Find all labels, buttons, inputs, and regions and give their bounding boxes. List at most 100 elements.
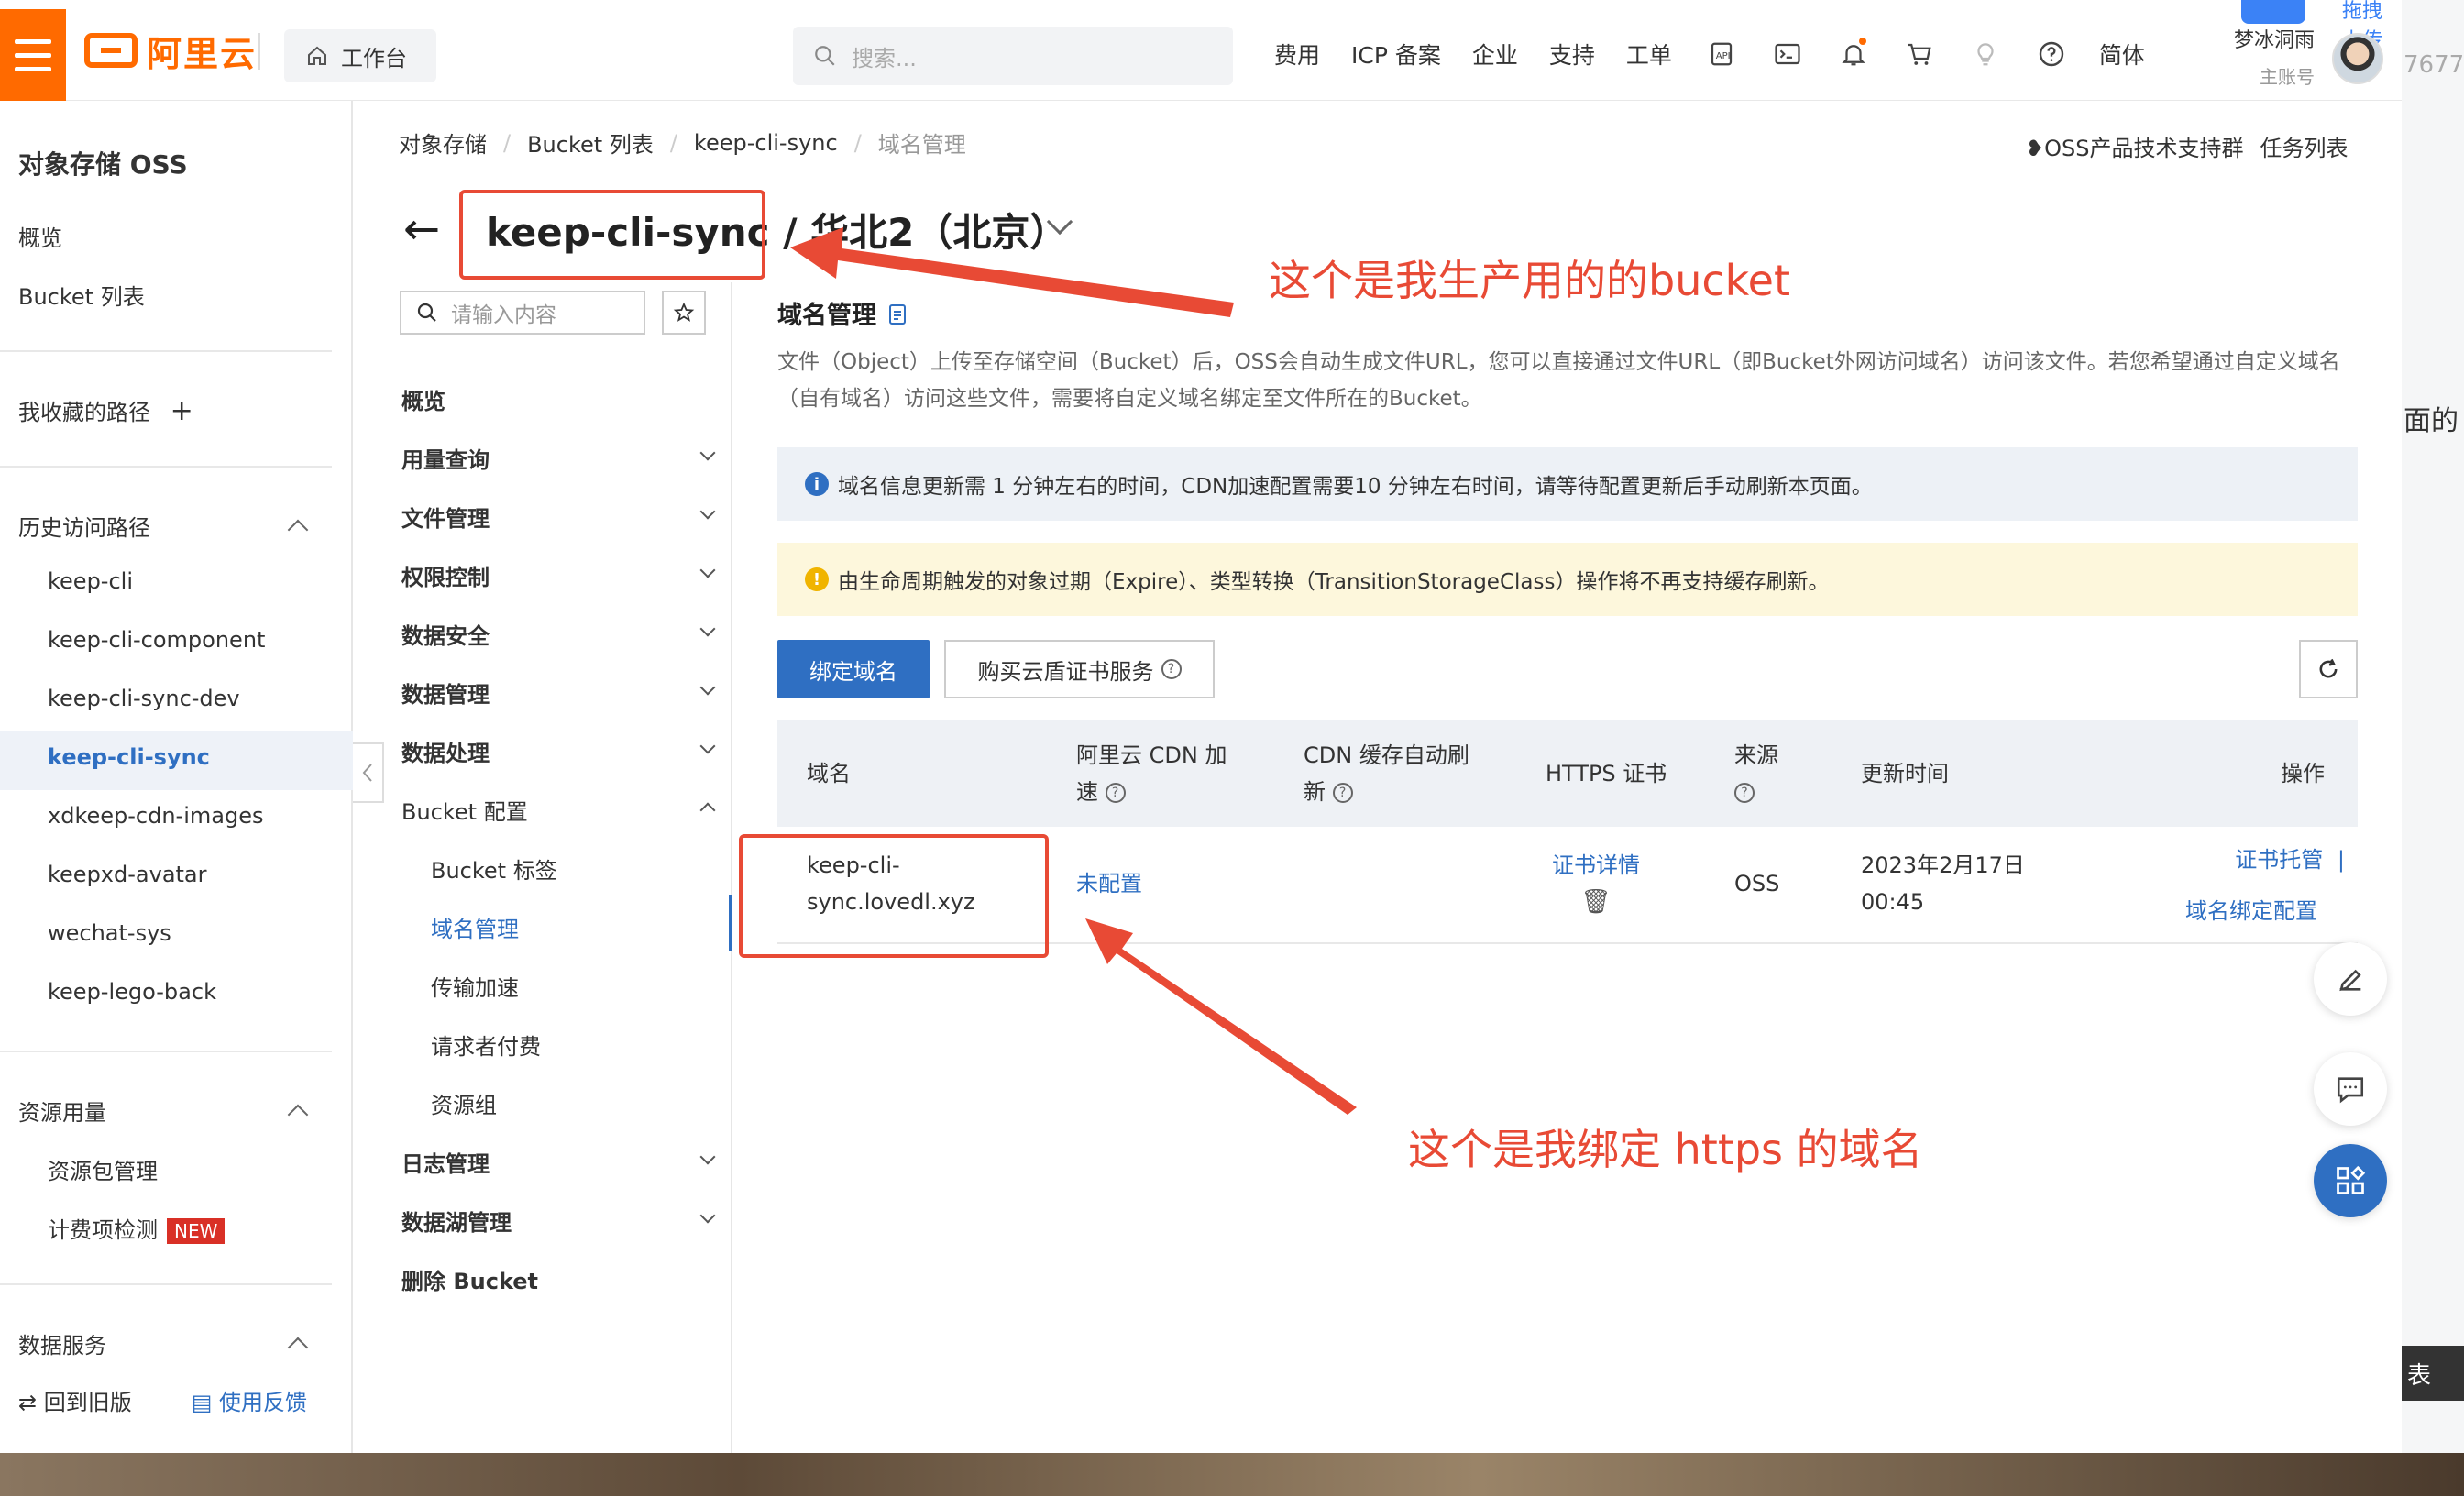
- subnav-item-overview[interactable]: 概览: [402, 383, 713, 415]
- sidebar-collapse-button[interactable]: [353, 742, 384, 803]
- chevron-up-icon[interactable]: [287, 1336, 309, 1358]
- subnav-label: Bucket 配置: [402, 799, 528, 825]
- drag-upload-icon[interactable]: [2241, 0, 2305, 24]
- trash-icon[interactable]: 🗑: [1580, 888, 1611, 916]
- subnav-child-transfer-accel[interactable]: 传输加速: [431, 970, 519, 1002]
- cert-details-link[interactable]: 证书详情: [1552, 852, 1640, 878]
- chevron-up-icon[interactable]: [287, 519, 309, 541]
- history-item[interactable]: keep-cli-component: [48, 627, 265, 653]
- global-search-input[interactable]: 搜索...: [793, 27, 1233, 85]
- subnav-child-bucket-tags[interactable]: Bucket 标签: [431, 852, 557, 885]
- subnav-item-bucket-config[interactable]: Bucket 配置: [402, 794, 716, 826]
- chat-float-button[interactable]: [2314, 1052, 2387, 1126]
- back-arrow-icon[interactable]: ←: [403, 204, 440, 255]
- subnav-item-processing[interactable]: 数据处理: [402, 735, 716, 767]
- favorite-star-icon[interactable]: [662, 291, 706, 335]
- history-item[interactable]: keepxd-avatar: [48, 862, 207, 887]
- chevron-up-icon[interactable]: [287, 1104, 309, 1126]
- feedback-link[interactable]: ▤ 使用反馈: [192, 1384, 307, 1416]
- help-icon: ?: [1160, 659, 1182, 679]
- history-item[interactable]: keep-lego-back: [48, 979, 216, 1005]
- help-icon[interactable]: ?: [1734, 783, 1754, 803]
- sidebar-item-billing-check[interactable]: 计费项检测 NEW: [48, 1212, 226, 1244]
- top-nav: 费用 ICP 备案 企业 支持 工单 API 简体: [1274, 0, 2176, 108]
- column-header-text: CDN 缓存自动刷新: [1304, 742, 1469, 805]
- nav-billing[interactable]: 费用: [1274, 38, 1320, 71]
- subnav-item-files[interactable]: 文件管理: [402, 500, 716, 533]
- help-icon[interactable]: ?: [1105, 783, 1126, 803]
- sidebar-favorites[interactable]: 我收藏的路径 +: [18, 394, 193, 427]
- breadcrumb-item[interactable]: 对象存储: [399, 126, 487, 159]
- sidebar-resources-header[interactable]: 资源用量: [18, 1094, 106, 1127]
- subnav-item-delete-bucket[interactable]: 删除 Bucket: [402, 1263, 713, 1295]
- language-switch[interactable]: 简体: [2099, 38, 2145, 71]
- nav-icp[interactable]: ICP 备案: [1351, 38, 1441, 71]
- apps-float-button[interactable]: [2314, 1144, 2387, 1217]
- subnav-item-usage[interactable]: 用量查询: [402, 442, 716, 474]
- sidebar-item-bucket-list[interactable]: Bucket 列表: [18, 279, 145, 311]
- sidebar-data-services-header[interactable]: 数据服务: [18, 1327, 106, 1359]
- bell-icon[interactable]: [1835, 36, 1872, 72]
- chevron-left-icon: [362, 764, 372, 782]
- plus-icon[interactable]: +: [170, 395, 193, 427]
- help-icon[interactable]: ?: [1332, 783, 1353, 803]
- notification-dot: [1858, 38, 1866, 45]
- clipboard-icon[interactable]: [887, 302, 908, 325]
- nav-support[interactable]: 支持: [1549, 38, 1595, 71]
- user-info[interactable]: 梦冰洞雨 主账号: [2223, 24, 2315, 89]
- cert-hosting-link[interactable]: 证书托管: [2235, 847, 2323, 873]
- aliyun-logo[interactable]: 阿里云: [84, 29, 257, 74]
- sidebar-item-overview[interactable]: 概览: [18, 220, 62, 252]
- workbench-button[interactable]: 工作台: [284, 29, 436, 82]
- subnav-child-domain-active[interactable]: 域名管理: [431, 911, 519, 943]
- subnav-child-resource-group[interactable]: 资源组: [431, 1087, 497, 1119]
- buy-cert-button[interactable]: 购买云盾证书服务 ?: [944, 640, 1215, 698]
- subnav-item-datalake[interactable]: 数据湖管理: [402, 1204, 716, 1237]
- lightbulb-icon[interactable]: [1967, 36, 2004, 72]
- pencil-icon: [2339, 969, 2361, 992]
- help-icon[interactable]: [2033, 36, 2070, 72]
- sidebar-history-header[interactable]: 历史访问路径: [18, 510, 150, 542]
- back-to-old-version[interactable]: ⇄ 回到旧版: [18, 1384, 132, 1416]
- chevron-down-icon: [699, 1207, 716, 1224]
- aliyun-logo-icon: [84, 33, 138, 68]
- subnav-label: 权限控制: [402, 565, 490, 590]
- edit-float-button[interactable]: [2314, 942, 2387, 1016]
- chat-icon: [2337, 1077, 2364, 1104]
- history-item-active[interactable]: keep-cli-sync: [48, 744, 210, 770]
- subnav-item-security[interactable]: 数据安全: [402, 618, 716, 650]
- cart-icon[interactable]: [1901, 36, 1938, 72]
- cdn-status-link[interactable]: 未配置: [1076, 865, 1142, 902]
- nav-enterprise[interactable]: 企业: [1472, 38, 1518, 71]
- refresh-button[interactable]: [2299, 640, 2358, 698]
- history-item[interactable]: keep-cli-sync-dev: [48, 686, 240, 711]
- support-group-link[interactable]: ❥OSS产品技术支持群: [2026, 130, 2243, 162]
- sidebar-item-resource-packs[interactable]: 资源包管理: [48, 1153, 158, 1185]
- breadcrumb-item[interactable]: keep-cli-sync: [694, 130, 838, 156]
- domain-config-link[interactable]: 域名绑定配置: [2185, 898, 2317, 924]
- history-item[interactable]: wechat-sys: [48, 920, 171, 946]
- hamburger-menu-button[interactable]: [0, 9, 66, 101]
- subnav-label: 用量查询: [402, 447, 490, 473]
- subnav-item-logs[interactable]: 日志管理: [402, 1146, 716, 1178]
- column-header-text: 来源: [1734, 742, 1778, 768]
- bind-domain-button[interactable]: 绑定域名: [777, 640, 930, 698]
- chevron-down-icon: [699, 621, 716, 637]
- subnav-label: 日志管理: [402, 1151, 490, 1177]
- divider: [0, 350, 332, 352]
- subnav-item-access[interactable]: 权限控制: [402, 559, 716, 591]
- history-item[interactable]: xdkeep-cdn-images: [48, 803, 263, 829]
- source-cell: OSS: [1734, 871, 1780, 896]
- subnav-search-input[interactable]: 请输入内容: [400, 291, 645, 335]
- subnav-item-data-mgmt[interactable]: 数据管理: [402, 676, 716, 709]
- update-time-cell: 2023年2月17日 00:45: [1861, 847, 2025, 920]
- nav-ticket[interactable]: 工单: [1626, 38, 1672, 71]
- api-icon[interactable]: API: [1703, 36, 1740, 72]
- breadcrumb-item[interactable]: Bucket 列表: [527, 126, 654, 159]
- terminal-icon[interactable]: [1769, 36, 1806, 72]
- swap-icon: ⇄: [18, 1390, 44, 1415]
- subnav-child-requester-pays[interactable]: 请求者付费: [431, 1028, 541, 1061]
- history-item[interactable]: keep-cli: [48, 568, 133, 594]
- task-list-link[interactable]: 任务列表: [2260, 130, 2348, 162]
- avatar[interactable]: [2332, 33, 2383, 84]
